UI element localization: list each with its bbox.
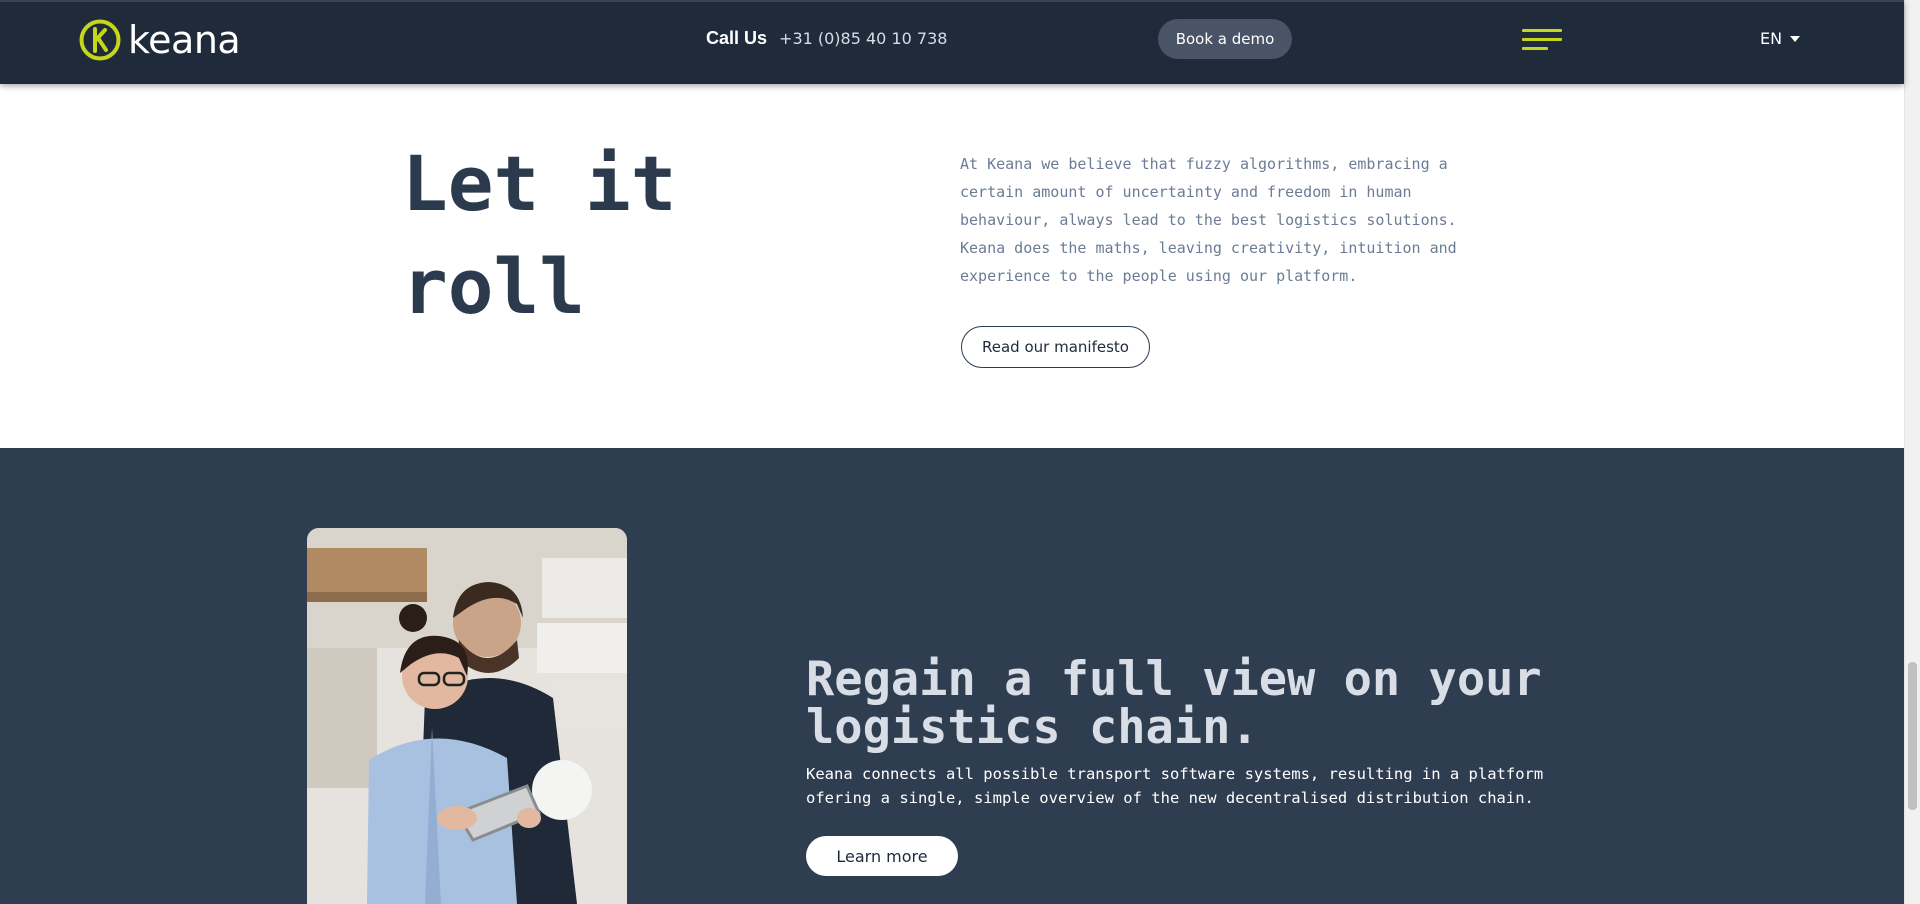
hero-title: Let it roll: [402, 132, 822, 338]
warehouse-workers-photo: [307, 528, 627, 904]
caret-down-icon: [1790, 35, 1801, 42]
phone-number-link[interactable]: +31 (0)85 40 10 738: [779, 29, 947, 48]
language-selector[interactable]: EN: [1760, 29, 1801, 48]
hamburger-menu-icon[interactable]: [1522, 29, 1562, 53]
logistics-description: Keana connects all possible transport so…: [806, 765, 1544, 807]
read-manifesto-button[interactable]: Read our manifesto: [961, 326, 1150, 368]
call-us-label: Call Us: [706, 28, 768, 48]
hero-description: At Keana we believe that fuzzy algorithm…: [960, 155, 1457, 285]
page-scrollbar[interactable]: [1904, 0, 1920, 904]
scrollbar-thumb[interactable]: [1908, 662, 1917, 810]
hero-title-line1: Let it: [402, 139, 677, 228]
learn-more-button[interactable]: Learn more: [806, 836, 958, 876]
language-label: EN: [1760, 29, 1783, 48]
logistics-title: Regain a full view on your logistics cha…: [806, 652, 1542, 755]
hero-title-line2: roll: [402, 242, 586, 331]
keana-logo-icon: [79, 19, 121, 61]
site-header: keana Call Us +31 (0)85 40 10 738 Book a…: [0, 0, 1904, 84]
book-demo-button[interactable]: Book a demo: [1158, 19, 1292, 59]
call-us: Call Us +31 (0)85 40 10 738: [706, 28, 947, 49]
logo-text: keana: [128, 18, 241, 62]
keana-logo[interactable]: keana: [79, 18, 241, 62]
